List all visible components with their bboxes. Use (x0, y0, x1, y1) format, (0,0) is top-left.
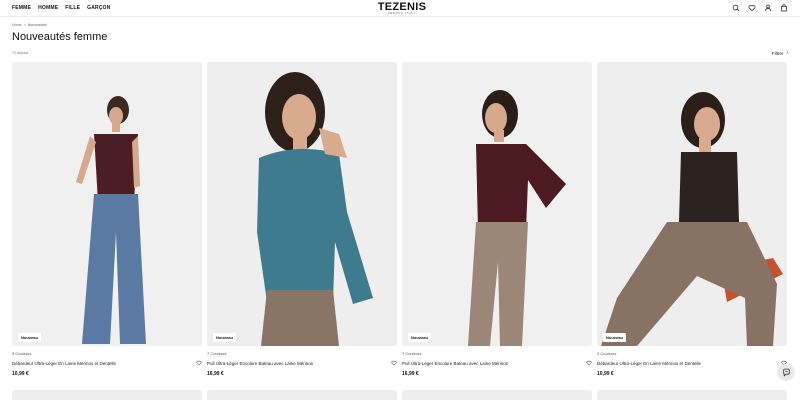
new-badge: Nouveau (18, 333, 41, 342)
model-photo (207, 62, 397, 346)
logo-wordmark: TEZENIS (377, 1, 427, 13)
product-price: 10,99 € (12, 371, 29, 377)
chat-button[interactable] (778, 364, 794, 380)
model-photo (12, 62, 202, 346)
filter-label: Filtrer (771, 50, 784, 56)
brand-logo[interactable]: TEZENIS VERONA·ITALY (377, 1, 427, 16)
product-colors[interactable]: 3 Couleurs (12, 351, 202, 356)
product-colors[interactable]: 7 Couleurs (402, 351, 592, 356)
product-image[interactable]: Nouveau (207, 62, 397, 346)
breadcrumb-home[interactable]: Home (12, 23, 22, 27)
heart-icon[interactable] (748, 4, 756, 12)
product-colors[interactable]: 7 Couleurs (207, 351, 397, 356)
product-colors[interactable]: 3 Couleurs (597, 351, 787, 356)
result-count: 71 articles (12, 51, 29, 55)
product-name[interactable]: Pull Ultra-Léger Encolure Bateau avec La… (402, 361, 508, 366)
wishlist-heart-icon[interactable] (586, 360, 592, 366)
product-name[interactable]: Débardeur Ultra-Léger En Laine Mérinos e… (597, 361, 701, 366)
product-card[interactable]: Nouveau 7 Couleurs Pull Ultra-Léger Enco… (402, 62, 592, 377)
product-card-next[interactable] (402, 390, 592, 400)
nav-item-femme[interactable]: FEMME (12, 5, 31, 11)
page-title: Nouveautés femme (12, 31, 108, 43)
product-name[interactable]: Pull Ultra-Léger Encolure Bateau avec La… (207, 361, 313, 366)
product-price: 10,99 € (597, 371, 614, 377)
breadcrumb-current: Nouveautés (27, 23, 47, 27)
bag-icon[interactable] (780, 4, 788, 12)
model-photo (402, 62, 592, 346)
user-icon[interactable] (764, 4, 772, 12)
new-badge: Nouveau (213, 333, 236, 342)
product-card[interactable]: Nouveau 7 Couleurs Pull Ultra-Léger Enco… (207, 62, 397, 377)
new-badge: Nouveau (408, 333, 431, 342)
product-card-next[interactable] (597, 390, 787, 400)
product-price: 16,99 € (402, 371, 419, 377)
chat-icon (782, 368, 790, 377)
product-card-next[interactable] (207, 390, 397, 400)
product-card[interactable]: Nouveau 3 Couleurs Débardeur Ultra-Léger… (597, 62, 787, 377)
new-badge: Nouveau (603, 333, 626, 342)
wishlist-heart-icon[interactable] (391, 360, 397, 366)
nav-item-garcon[interactable]: GARÇON (87, 5, 110, 11)
product-card[interactable]: Nouveau 3 Couleurs Débardeur Ultra-Léger… (12, 62, 202, 377)
product-price: 16,99 € (207, 371, 224, 377)
product-image[interactable]: Nouveau (12, 62, 202, 346)
search-icon[interactable] (732, 4, 740, 12)
site-header: FEMME HOMME FILLE GARÇON TEZENIS VERONA·… (0, 0, 800, 17)
model-photo (597, 62, 787, 346)
product-image[interactable]: Nouveau (402, 62, 592, 346)
chevron-right-icon: › (786, 50, 788, 56)
header-actions (732, 4, 788, 12)
filter-button[interactable]: Filtrer › (772, 50, 788, 56)
product-name[interactable]: Débardeur Ultra-Léger En Laine Mérinos e… (12, 361, 116, 366)
nav-item-homme[interactable]: HOMME (38, 5, 58, 11)
breadcrumb: Home > Nouveautés (12, 23, 47, 27)
nav-item-fille[interactable]: FILLE (65, 5, 80, 11)
main-nav: FEMME HOMME FILLE GARÇON (12, 5, 111, 11)
product-image[interactable]: Nouveau (597, 62, 787, 346)
wishlist-heart-icon[interactable] (196, 360, 202, 366)
product-card-next[interactable] (12, 390, 202, 400)
breadcrumb-separator: > (23, 23, 26, 27)
